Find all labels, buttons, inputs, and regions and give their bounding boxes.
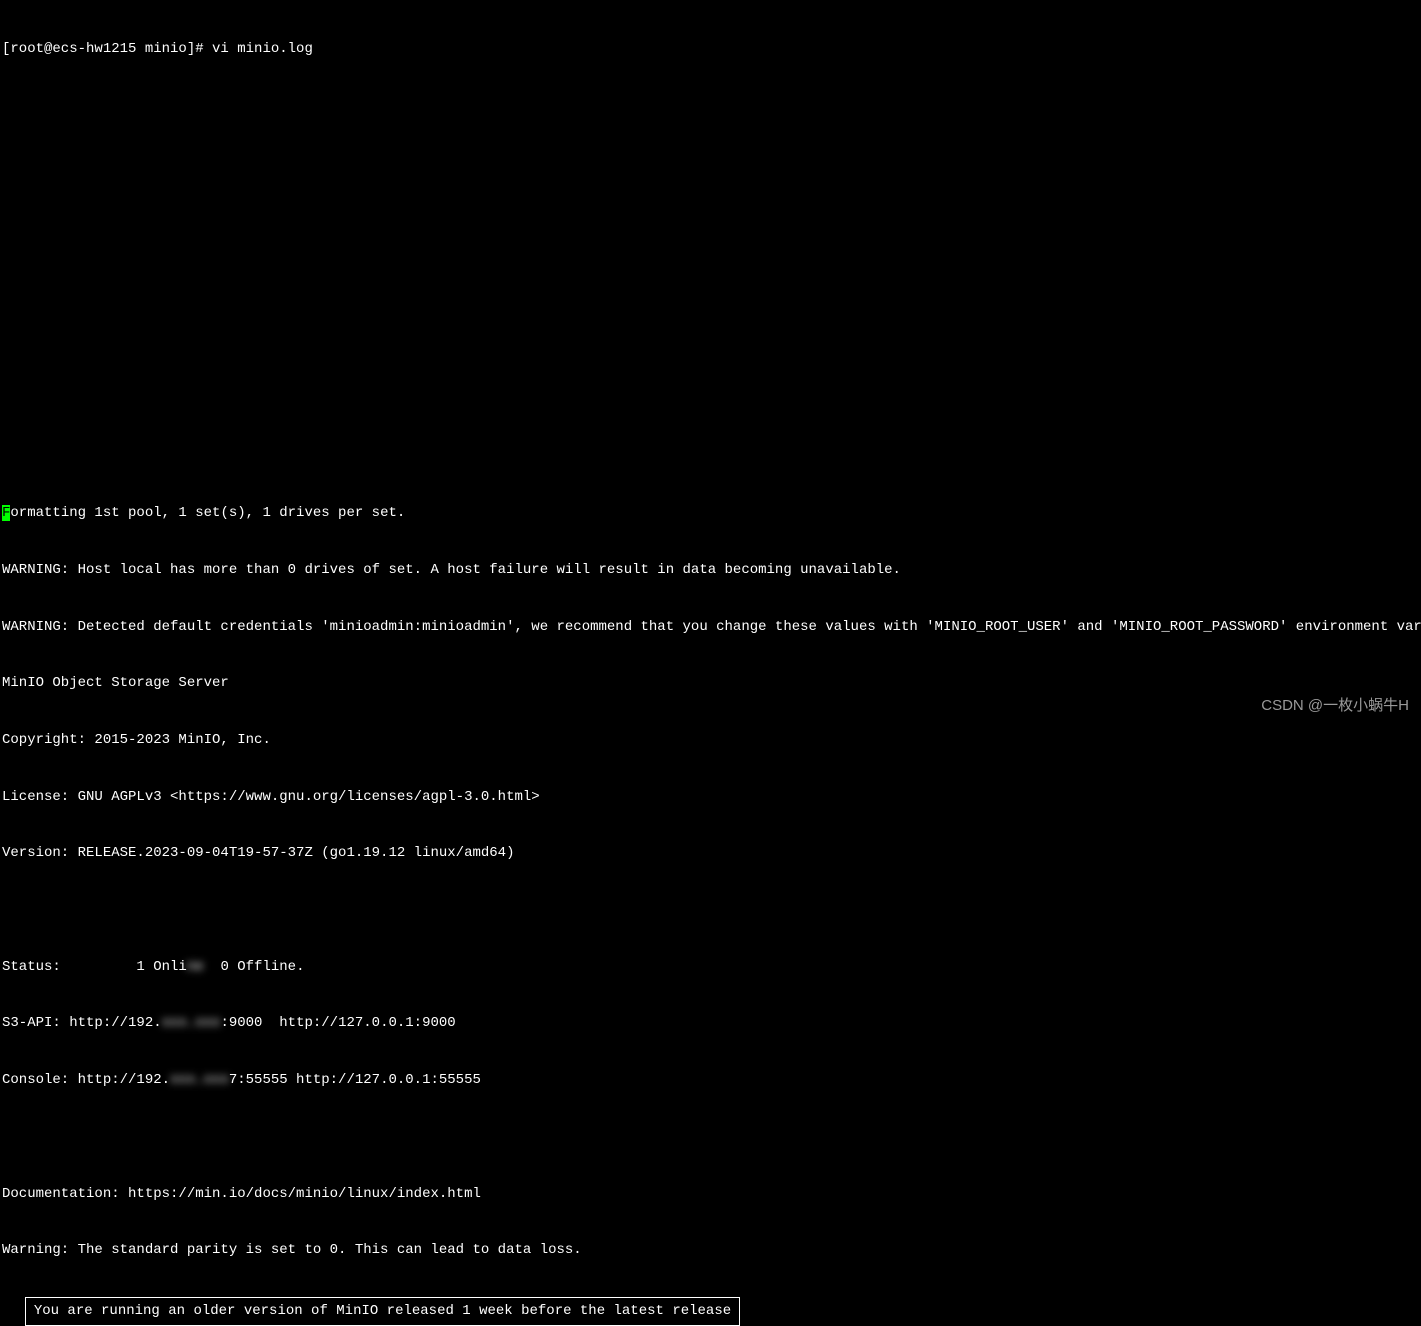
log-line-license: License: GNU AGPLv3 <https://www.gnu.org…: [2, 788, 1419, 807]
log-line-copyright: Copyright: 2015-2023 MinIO, Inc.: [2, 731, 1419, 750]
blank-line: [2, 1128, 1419, 1147]
log-line-console: Console: http://192.xxx.xxx7:55555 http:…: [2, 1071, 1419, 1090]
redacted-text: ne: [187, 958, 221, 977]
log-line-docs: Documentation: https://min.io/docs/minio…: [2, 1185, 1419, 1204]
log-line-warning-host: WARNING: Host local has more than 0 driv…: [2, 561, 1419, 580]
log-line-parity-warning: Warning: The standard parity is set to 0…: [2, 1241, 1419, 1260]
redacted-ip: xxx.xxx: [162, 1014, 221, 1033]
watermark: CSDN @一枚小蜗牛H: [1261, 696, 1409, 716]
blank-space: [2, 96, 1419, 466]
log-line-warning-creds: WARNING: Detected default credentials 'm…: [2, 618, 1419, 637]
log-line-status: Status: 1 Online 0 Offline.: [2, 958, 1419, 977]
shell-prompt: [root@ecs-hw1215 minio]# vi minio.log: [2, 40, 1419, 59]
blank-line: [2, 901, 1419, 920]
terminal-output[interactable]: [root@ecs-hw1215 minio]# vi minio.log Fo…: [2, 2, 1419, 1326]
log-line-formatting: Formatting 1st pool, 1 set(s), 1 drives …: [2, 504, 1419, 523]
log-line-version: Version: RELEASE.2023-09-04T19-57-37Z (g…: [2, 844, 1419, 863]
update-notice-box: You are running an older version of MinI…: [25, 1297, 740, 1326]
redacted-ip: xxx.xxx: [170, 1071, 229, 1090]
log-line-server: MinIO Object Storage Server: [2, 674, 1419, 693]
log-line-s3api: S3-API: http://192.xxx.xxx:9000 http://1…: [2, 1014, 1419, 1033]
